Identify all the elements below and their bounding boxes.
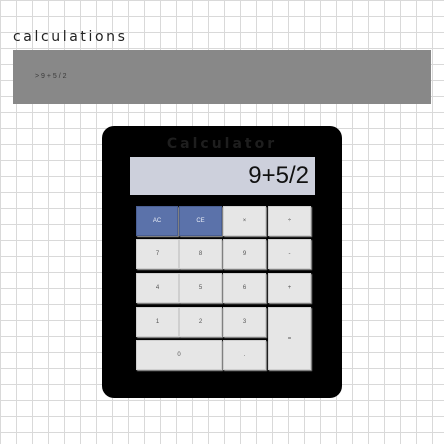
digit-0-button[interactable]: 0 [136, 340, 222, 370]
clear-entry-button[interactable]: CE [179, 206, 222, 236]
calculator: Calculator 9+5/2 AC CE × ÷ 7 8 9 - 4 5 6… [102, 126, 342, 398]
digit-4-button[interactable]: 4 [136, 273, 179, 303]
plus-button[interactable]: + [268, 273, 311, 303]
digit-9-button[interactable]: 9 [223, 239, 266, 269]
equals-button[interactable]: = [268, 307, 311, 370]
all-clear-button[interactable]: AC [136, 206, 178, 236]
calculator-display: 9+5/2 [130, 157, 315, 195]
page-heading: calculations [13, 29, 128, 45]
minus-button[interactable]: - [268, 239, 311, 269]
digit-1-button[interactable]: 1 [136, 307, 179, 337]
digit-2-button[interactable]: 2 [179, 307, 222, 337]
decimal-button[interactable]: . [223, 340, 266, 370]
digit-5-button[interactable]: 5 [179, 273, 222, 303]
log-entry: > 9 + 5 / 2 [35, 73, 67, 80]
display-value: 9+5/2 [248, 162, 309, 189]
calculation-log-panel: > 9 + 5 / 2 [13, 50, 431, 104]
multiply-button[interactable]: × [223, 206, 266, 236]
digit-8-button[interactable]: 8 [179, 239, 222, 269]
digit-6-button[interactable]: 6 [223, 273, 266, 303]
divide-button[interactable]: ÷ [268, 206, 311, 236]
calculator-title: Calculator [166, 136, 278, 152]
digit-3-button[interactable]: 3 [223, 307, 266, 337]
digit-7-button[interactable]: 7 [136, 239, 179, 269]
